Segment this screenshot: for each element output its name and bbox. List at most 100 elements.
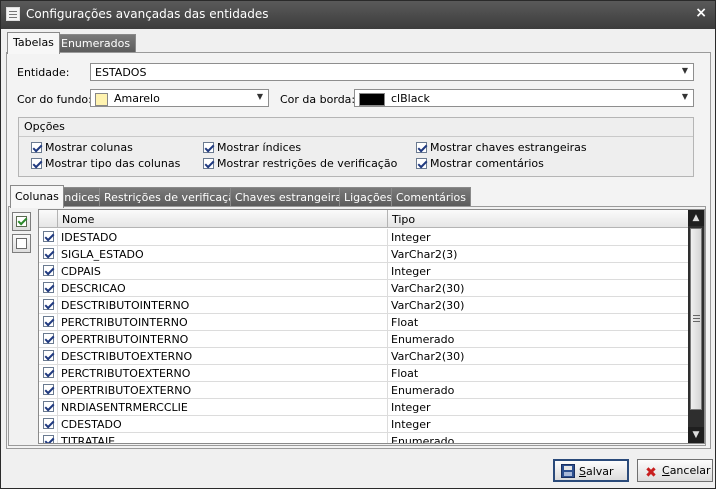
- scroll-up-icon[interactable]: ▲: [688, 210, 704, 226]
- table-row[interactable]: DESCRICAO VarChar2(30): [39, 280, 689, 297]
- tab-comentarios[interactable]: Comentários: [391, 187, 471, 206]
- cor-fundo-combo[interactable]: Amarelo ▼: [90, 89, 269, 107]
- scroll-down-icon[interactable]: ▼: [688, 427, 704, 443]
- column-divider: [387, 399, 388, 415]
- chevron-down-icon[interactable]: ▼: [682, 66, 688, 75]
- table-row[interactable]: NRDIASENTRMERCCLIE Integer: [39, 399, 689, 416]
- checkbox-checked-icon[interactable]: [43, 418, 54, 429]
- floppy-disk-icon: [561, 464, 575, 478]
- cor-fundo-label: Cor do fundo:: [17, 93, 92, 106]
- tab-enumerados[interactable]: Enumerados: [55, 34, 137, 52]
- checkbox-mostrar-tipo[interactable]: Mostrar tipo das colunas: [31, 157, 180, 170]
- column-divider: [387, 297, 388, 313]
- checkbox-checked-icon[interactable]: [43, 367, 54, 378]
- checkbox-checked-icon[interactable]: [416, 158, 427, 169]
- checkbox-checked-icon[interactable]: [43, 299, 54, 310]
- vertical-scrollbar[interactable]: ▲ ▼: [688, 210, 704, 443]
- checkbox-checked-icon[interactable]: [43, 282, 54, 293]
- table-row[interactable]: PERCTRIBUTOEXTERNO Float: [39, 365, 689, 382]
- cell-nome: OPERTRIBUTOINTERNO: [61, 333, 189, 346]
- header-nome[interactable]: Nome: [58, 210, 388, 228]
- checkbox-checked-icon[interactable]: [43, 265, 54, 276]
- columns-grid[interactable]: Nome Tipo IDESTADO Integer SIGLA_ESTADO Var…: [38, 209, 705, 444]
- checkbox-checked-icon[interactable]: [43, 384, 54, 395]
- cell-tipo: Integer: [391, 231, 431, 244]
- cancel-label-accel: C: [662, 464, 670, 477]
- checkbox-mostrar-comentarios[interactable]: Mostrar comentários: [416, 157, 544, 170]
- entidade-combo[interactable]: ESTADOS ▼: [90, 63, 694, 81]
- checkbox-checked-icon[interactable]: [416, 142, 427, 153]
- row-check-cell[interactable]: [39, 399, 58, 415]
- entidade-value: ESTADOS: [95, 66, 147, 79]
- save-button[interactable]: Salvar: [553, 459, 629, 482]
- checkbox-checked-icon[interactable]: [203, 142, 214, 153]
- cell-tipo: Integer: [391, 265, 431, 278]
- title-bar[interactable]: Configurações avançadas das entidades ×: [1, 1, 715, 29]
- cell-tipo: Integer: [391, 401, 431, 414]
- table-row[interactable]: SIGLA_ESTADO VarChar2(3): [39, 246, 689, 263]
- row-check-cell[interactable]: [39, 280, 58, 296]
- select-all-button[interactable]: [12, 212, 31, 231]
- row-check-cell[interactable]: [39, 365, 58, 381]
- checkbox-mostrar-indices[interactable]: Mostrar índices: [203, 141, 301, 154]
- checkbox-checked-icon[interactable]: [203, 158, 214, 169]
- checkbox-checked-icon[interactable]: [31, 158, 42, 169]
- row-check-cell[interactable]: [39, 314, 58, 330]
- table-row[interactable]: IDESTADO Integer: [39, 229, 689, 246]
- checkbox-checked-icon[interactable]: [43, 248, 54, 259]
- checkbox-checked-icon[interactable]: [43, 333, 54, 344]
- tab-chaves-estrangeiras[interactable]: Chaves estrangeiras: [230, 187, 353, 206]
- chevron-down-icon[interactable]: ▼: [682, 92, 688, 101]
- cell-tipo: VarChar2(30): [391, 299, 465, 312]
- checkbox-checked-icon[interactable]: [43, 316, 54, 327]
- row-check-cell[interactable]: [39, 416, 58, 432]
- header-check-column[interactable]: [39, 210, 58, 228]
- column-divider: [387, 433, 388, 443]
- cell-nome: DESCTRIBUTOEXTERNO: [61, 350, 193, 363]
- row-check-cell[interactable]: [39, 331, 58, 347]
- close-icon[interactable]: ×: [695, 5, 707, 21]
- row-check-cell[interactable]: [39, 433, 58, 443]
- tab-ligacoes[interactable]: Ligações: [339, 187, 398, 206]
- cancel-button[interactable]: ✖ Cancelar: [637, 459, 713, 482]
- tab-colunas[interactable]: Colunas: [10, 185, 64, 208]
- scroll-thumb[interactable]: [690, 228, 702, 410]
- table-row[interactable]: CDPAIS Integer: [39, 263, 689, 280]
- checkbox-mostrar-chaves[interactable]: Mostrar chaves estrangeiras: [416, 141, 587, 154]
- table-row[interactable]: OPERTRIBUTOINTERNO Enumerado: [39, 331, 689, 348]
- select-none-button[interactable]: [12, 234, 31, 253]
- cell-nome: TITRATAIE: [61, 435, 116, 444]
- row-check-cell[interactable]: [39, 348, 58, 364]
- column-divider: [387, 229, 388, 245]
- cell-nome: SIGLA_ESTADO: [61, 248, 144, 261]
- checkbox-checked-icon[interactable]: [43, 350, 54, 361]
- cell-nome: OPERTRIBUTOEXTERNO: [61, 384, 192, 397]
- checkbox-label: Mostrar colunas: [45, 141, 133, 154]
- row-check-cell[interactable]: [39, 382, 58, 398]
- checkbox-checked-icon[interactable]: [43, 401, 54, 412]
- checkbox-checked-icon[interactable]: [31, 142, 42, 153]
- row-check-cell[interactable]: [39, 229, 58, 245]
- cor-borda-combo[interactable]: clBlack ▼: [354, 89, 694, 107]
- checkbox-checked-icon[interactable]: [43, 231, 54, 242]
- row-check-cell[interactable]: [39, 246, 58, 262]
- table-row[interactable]: CDESTADO Integer: [39, 416, 689, 433]
- cancel-label-post: ancelar: [669, 464, 711, 477]
- table-row[interactable]: OPERTRIBUTOEXTERNO Enumerado: [39, 382, 689, 399]
- tab-tabelas[interactable]: Tabelas: [7, 32, 60, 54]
- save-label-accel: S: [579, 465, 586, 478]
- row-check-cell[interactable]: [39, 263, 58, 279]
- chevron-down-icon[interactable]: ▼: [257, 92, 263, 101]
- checkbox-mostrar-colunas[interactable]: Mostrar colunas: [31, 141, 133, 154]
- cell-nome: PERCTRIBUTOEXTERNO: [61, 367, 191, 380]
- checkbox-mostrar-restricoes[interactable]: Mostrar restrições de verificação: [203, 157, 397, 170]
- tab-restricoes[interactable]: Restrições de verificação: [99, 187, 247, 206]
- checkbox-checked-icon[interactable]: [43, 435, 54, 443]
- uncheck-all-icon: [16, 238, 27, 249]
- row-check-cell[interactable]: [39, 297, 58, 313]
- table-row[interactable]: PERCTRIBUTOINTERNO Float: [39, 314, 689, 331]
- table-row[interactable]: TITRATAIE Enumerado: [39, 433, 689, 444]
- table-row[interactable]: DESCTRIBUTOINTERNO VarChar2(30): [39, 297, 689, 314]
- table-row[interactable]: DESCTRIBUTOEXTERNO VarChar2(30): [39, 348, 689, 365]
- header-tipo[interactable]: Tipo: [388, 210, 689, 228]
